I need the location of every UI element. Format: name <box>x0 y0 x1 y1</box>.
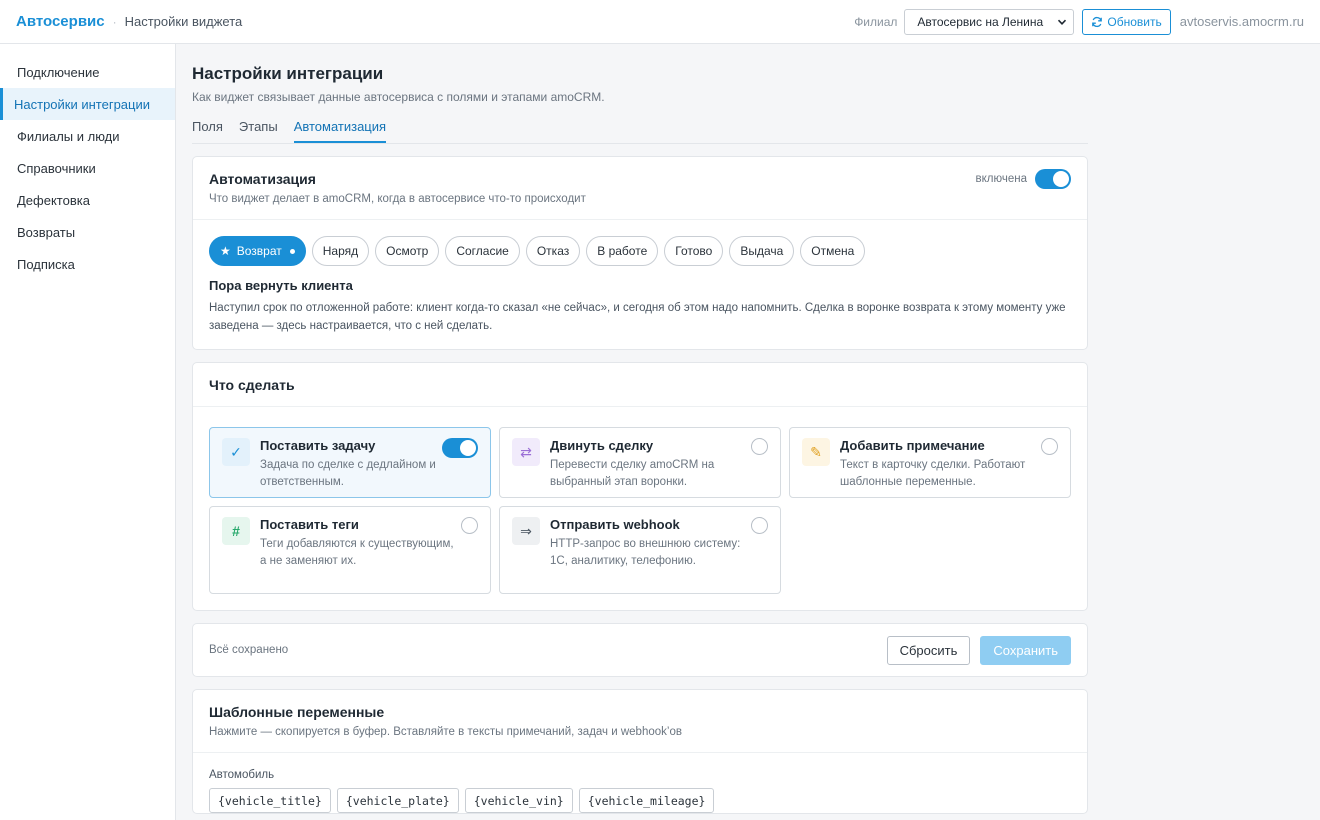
event-chip-refusal[interactable]: Отказ <box>525 236 581 266</box>
breadcrumb: Настройки виджета <box>124 14 243 29</box>
action-send-webhook-radio[interactable] <box>751 517 768 534</box>
actions-card: Что сделать ✓ Поставить задачу Задача по… <box>192 362 1088 611</box>
action-send-webhook[interactable]: ⇒ Отправить webhook HTTP-запрос во внешн… <box>499 506 781 594</box>
sidebar-item-branches-people[interactable]: Филиалы и люди <box>0 120 175 152</box>
refresh-icon <box>1092 16 1103 27</box>
star-icon: ★ <box>220 244 231 258</box>
brand-logo[interactable]: Автосервис <box>16 13 105 30</box>
event-chip-delivery[interactable]: Выдача <box>729 236 795 266</box>
sidebar: Подключение Настройки интеграции Филиалы… <box>0 44 176 820</box>
save-bar: Всё сохранено Сбросить Сохранить <box>192 623 1088 677</box>
chevron-down-icon <box>1058 19 1067 25</box>
active-dot-icon <box>289 248 295 254</box>
event-description: Наступил срок по отложенной работе: клие… <box>209 302 1066 332</box>
breadcrumb-separator: · <box>112 14 117 29</box>
main-content: Настройки интеграции Как виджет связывае… <box>192 44 1088 814</box>
page-subtitle: Как виджет связывает данные автосервиса … <box>192 90 605 104</box>
save-button[interactable]: Сохранить <box>980 635 1071 665</box>
page-title: Настройки интеграции <box>192 64 384 83</box>
reset-button[interactable]: Сбросить <box>886 635 971 665</box>
variables-group-label: Автомобиль <box>209 769 275 781</box>
sidebar-item-defects[interactable]: Дефектовка <box>0 184 175 216</box>
event-chip-consent[interactable]: Согласие <box>445 236 520 266</box>
branch-select-value: Автосервис на Ленина <box>917 14 1044 29</box>
automation-subtitle: Что виджет делает в amoCRM, когда в авто… <box>209 193 586 205</box>
branch-label: Филиал <box>854 14 898 29</box>
event-chip-inspection[interactable]: Осмотр <box>375 236 440 266</box>
event-chip-ready[interactable]: Готово <box>664 236 724 266</box>
save-status: Всё сохранено <box>209 644 289 656</box>
action-create-task[interactable]: ✓ Поставить задачу Задача по сделке с де… <box>209 427 491 498</box>
variable-tag[interactable]: {vehicle_title} <box>209 788 331 813</box>
account-domain: avtoservis.amocrm.ru <box>1179 14 1304 29</box>
automation-card: Автоматизация Что виджет делает в amoCRM… <box>192 156 1088 350</box>
automation-title: Автоматизация <box>209 171 316 187</box>
variables-subtitle: Нажмите — скопируется в буфер. Вставляйт… <box>209 726 682 738</box>
event-chip-return[interactable]: ★ Возврат <box>209 236 306 266</box>
actions-title: Что сделать <box>209 377 295 393</box>
tab-automation[interactable]: Автоматизация <box>293 116 387 143</box>
action-create-task-toggle[interactable] <box>442 438 478 458</box>
sidebar-item-connection[interactable]: Подключение <box>0 56 175 88</box>
automation-toggle[interactable] <box>1035 169 1071 189</box>
action-set-tags[interactable]: # Поставить теги Теги добавляются к суще… <box>209 506 491 594</box>
variables-title: Шаблонные переменные <box>209 704 385 720</box>
variables-tags: {vehicle_title} {vehicle_plate} {vehicle… <box>209 788 1071 813</box>
action-add-note-radio[interactable] <box>1041 438 1058 455</box>
action-grid: ✓ Поставить задачу Задача по сделке с де… <box>193 407 1087 610</box>
action-set-tags-radio[interactable] <box>461 517 478 534</box>
tab-stages[interactable]: Этапы <box>239 116 278 143</box>
action-add-note[interactable]: ✎ Добавить примечание Текст в карточку с… <box>789 427 1071 498</box>
event-chip-cancel[interactable]: Отмена <box>800 236 866 266</box>
swap-arrows-icon: ⇄ <box>512 438 540 466</box>
branch-select[interactable]: Автосервис на Ленина <box>904 8 1075 35</box>
refresh-button[interactable]: Обновить <box>1082 8 1171 35</box>
sidebar-item-subscription[interactable]: Подписка <box>0 248 175 280</box>
refresh-button-label: Обновить <box>1107 14 1162 29</box>
event-title: Пора вернуть клиента <box>209 278 353 293</box>
hash-icon: # <box>222 517 250 545</box>
automation-toggle-label: включена <box>975 173 1028 185</box>
event-chip-order[interactable]: Наряд <box>311 236 370 266</box>
variable-tag[interactable]: {vehicle_mileage} <box>578 788 715 813</box>
action-move-deal-radio[interactable] <box>751 438 768 455</box>
sidebar-item-returns[interactable]: Возвраты <box>0 216 175 248</box>
sidebar-item-directories[interactable]: Справочники <box>0 152 175 184</box>
event-chip-in-progress[interactable]: В работе <box>586 236 659 266</box>
arrow-right-icon: ⇒ <box>512 517 540 545</box>
pencil-icon: ✎ <box>802 438 830 466</box>
tab-fields[interactable]: Поля <box>192 116 223 143</box>
event-chips: ★ Возврат Наряд Осмотр Согласие Отказ В … <box>193 220 1087 266</box>
tab-bar: Поля Этапы Автоматизация <box>192 116 1088 144</box>
template-variables-card: Шаблонные переменные Нажмите — скопирует… <box>192 689 1088 814</box>
top-bar: Автосервис · Настройки виджета Филиал Ав… <box>0 0 1320 44</box>
variable-tag[interactable]: {vehicle_plate} <box>336 788 459 813</box>
sidebar-item-integration-settings[interactable]: Настройки интеграции <box>0 88 175 120</box>
action-move-deal[interactable]: ⇄ Двинуть сделку Перевести сделку amoCRM… <box>499 427 781 498</box>
check-icon: ✓ <box>222 438 250 466</box>
variable-tag[interactable]: {vehicle_vin} <box>464 788 573 813</box>
